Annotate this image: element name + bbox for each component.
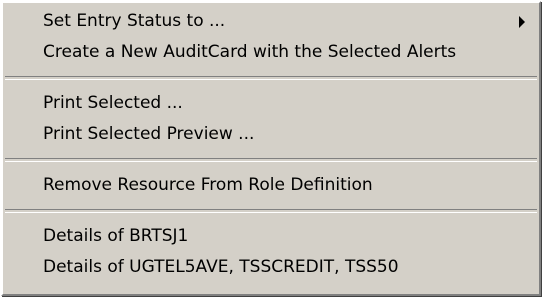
menu-separator bbox=[5, 158, 537, 162]
menu-item-label: Create a New AuditCard with the Selected… bbox=[43, 42, 457, 62]
menu-item-print-selected-preview[interactable]: Print Selected Preview ... bbox=[3, 119, 539, 150]
menu-item-print-selected[interactable]: Print Selected ... bbox=[3, 88, 539, 119]
menu-item-remove-resource[interactable]: Remove Resource From Role Definition bbox=[3, 170, 539, 201]
menu-item-label: Remove Resource From Role Definition bbox=[43, 175, 373, 195]
menu-item-label: Print Selected Preview ... bbox=[43, 124, 255, 144]
menu-item-details-ugtel5ave[interactable]: Details of UGTEL5AVE, TSSCREDIT, TSS50 bbox=[3, 252, 539, 283]
context-menu: Set Entry Status to ... Create a New Aud… bbox=[1, 1, 541, 296]
menu-item-label: Set Entry Status to ... bbox=[43, 11, 226, 31]
menu-item-label: Details of UGTEL5AVE, TSSCREDIT, TSS50 bbox=[43, 257, 399, 277]
menu-item-label: Details of BRTSJ1 bbox=[43, 226, 189, 246]
menu-separator bbox=[5, 209, 537, 213]
menu-item-create-auditcard[interactable]: Create a New AuditCard with the Selected… bbox=[3, 37, 539, 68]
menu-item-details-brtsj1[interactable]: Details of BRTSJ1 bbox=[3, 221, 539, 252]
menu-item-set-entry-status[interactable]: Set Entry Status to ... bbox=[3, 6, 539, 37]
menu-separator bbox=[5, 76, 537, 80]
menu-item-label: Print Selected ... bbox=[43, 93, 183, 113]
chevron-right-icon bbox=[519, 16, 525, 28]
